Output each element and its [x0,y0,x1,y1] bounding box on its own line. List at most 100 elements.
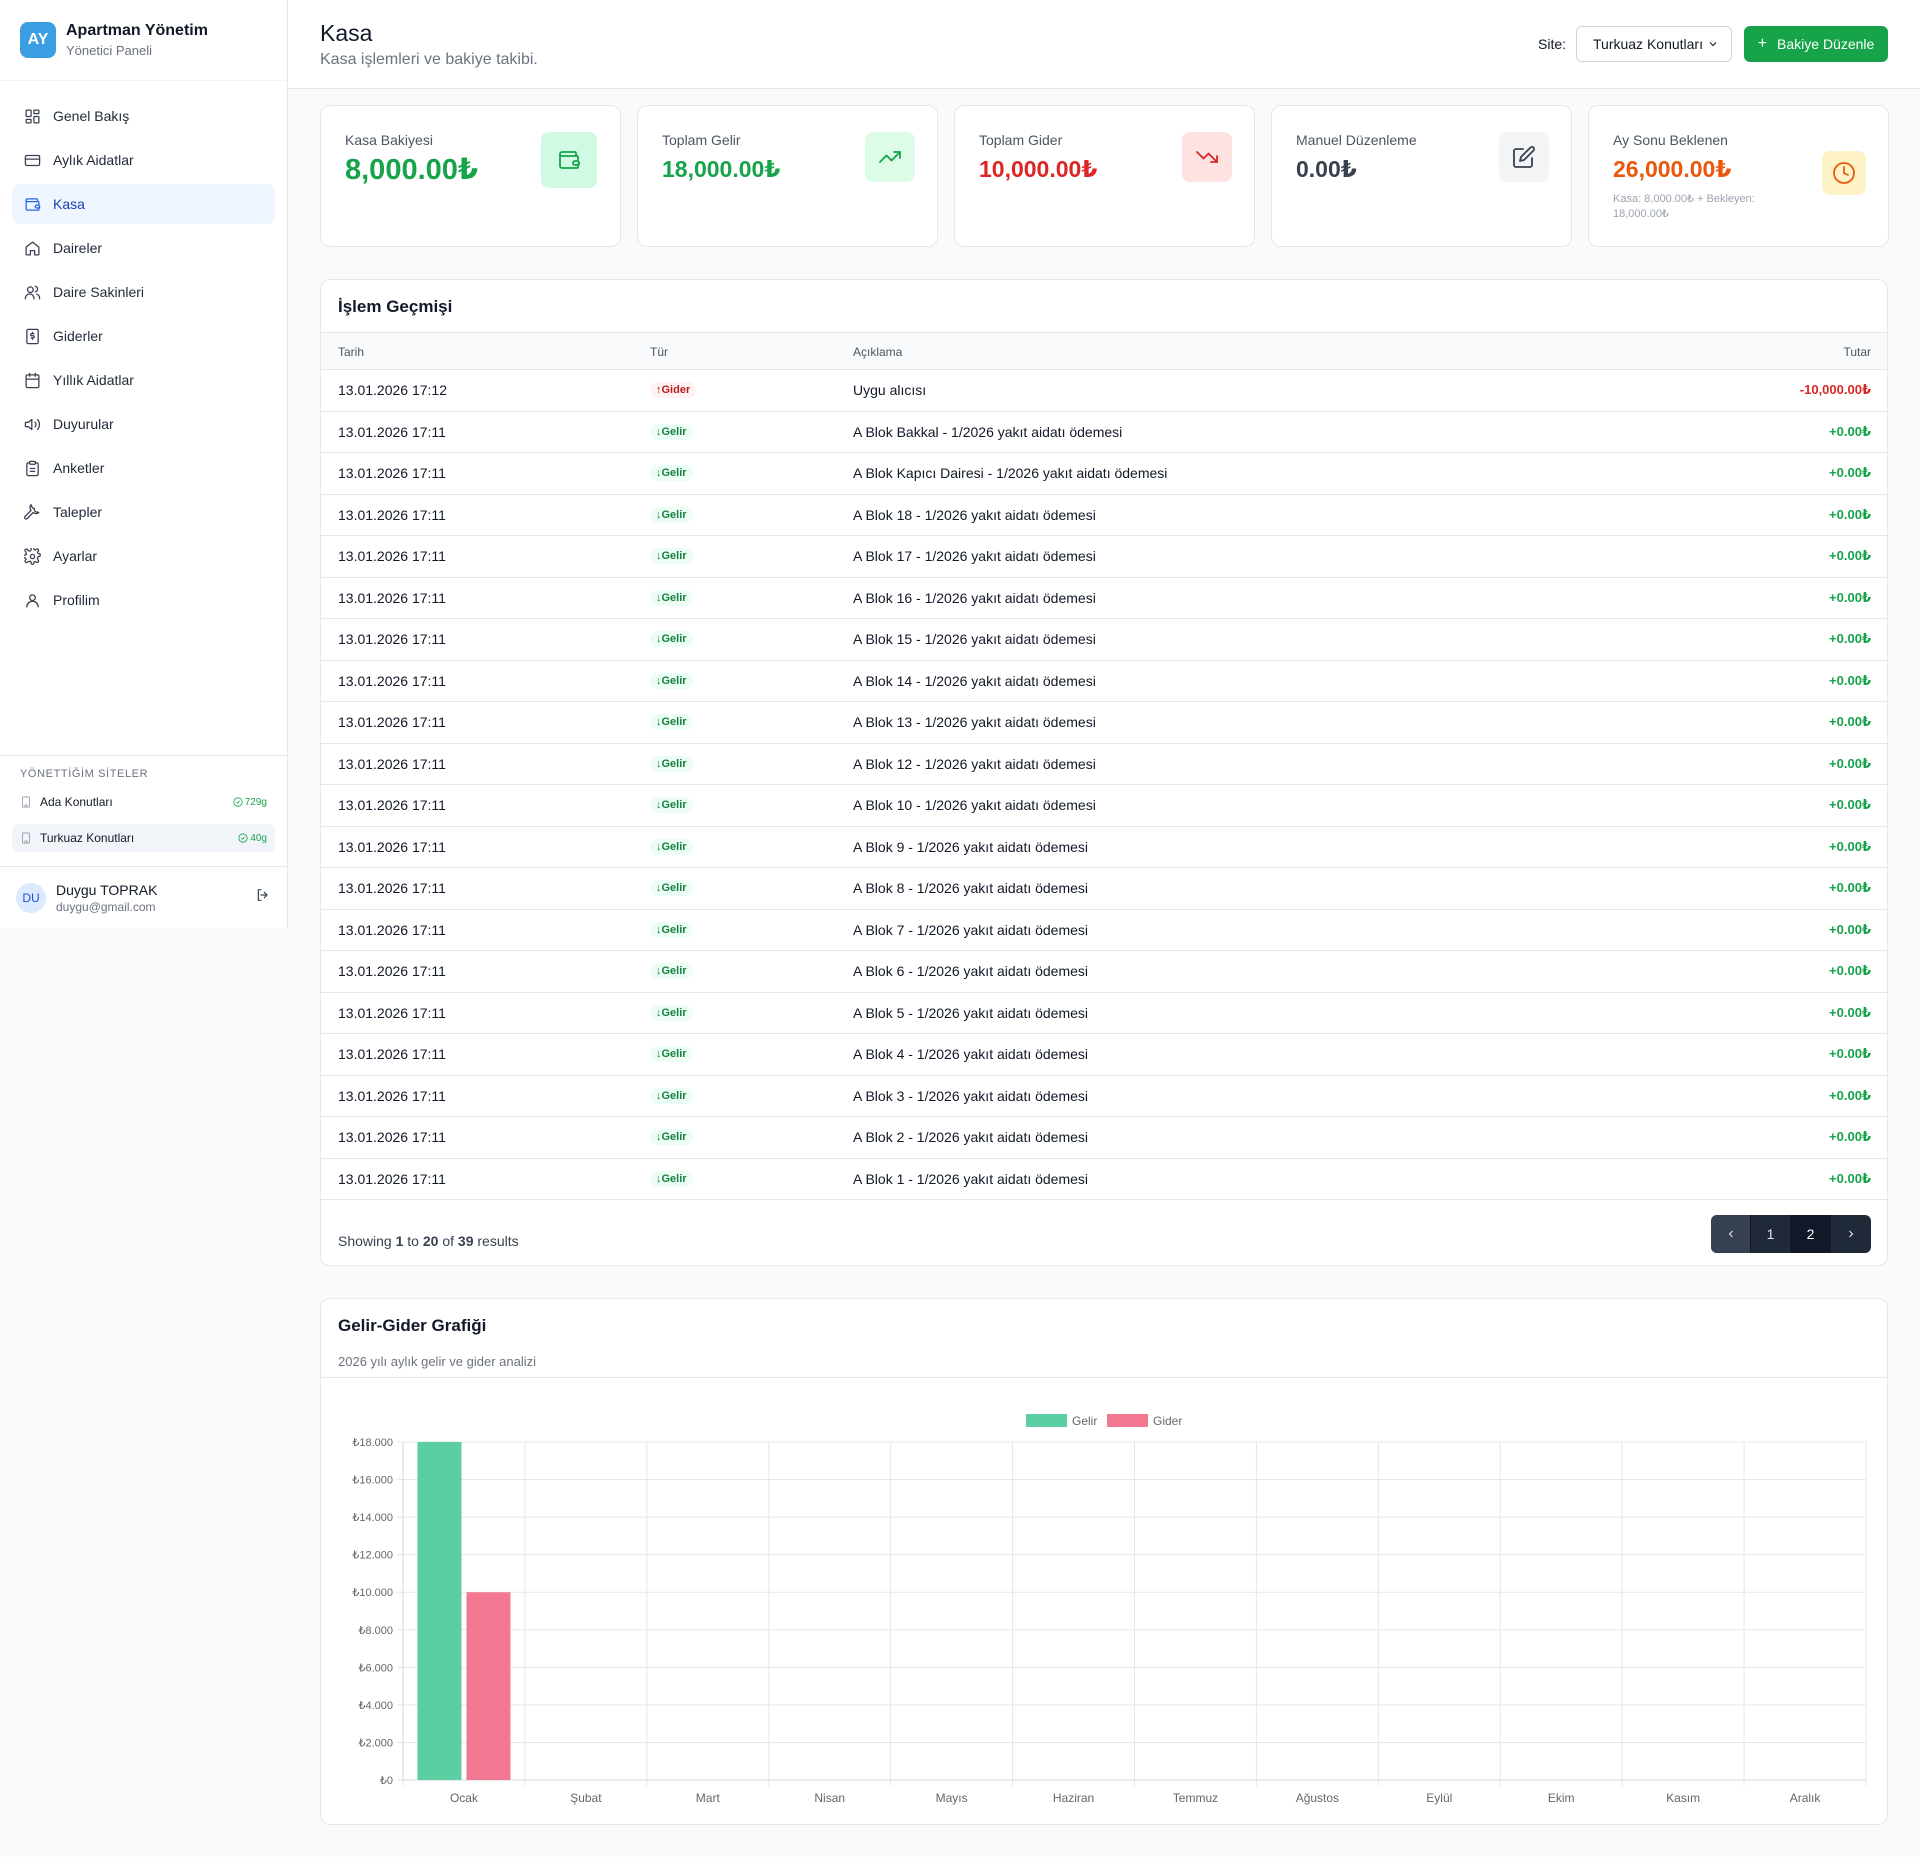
y-tick-label: ₺0 [380,1775,393,1787]
site-name: Turkuaz Konutları [40,831,135,845]
prev-page-button[interactable] [1711,1215,1751,1253]
table-row: 13.01.2026 17:11 ↓Gelir A Blok 16 - 1/2026… [321,578,1887,619]
row-type: Gelir [661,1048,687,1060]
sidebar-item-9[interactable]: Anketler [12,448,275,488]
row-amount: +0.00₺ [1829,1046,1871,1061]
sidebar-item-5[interactable]: Daire Sakinleri [12,272,275,312]
row-type: Gider [661,384,691,396]
x-tick-label: Temmuz [1173,1791,1218,1805]
sidebar-item-6[interactable]: Giderler [12,316,275,356]
stat-card-label: Toplam Gelir [662,132,741,148]
sidebar-item-label: Genel Bakış [53,108,130,124]
row-type-badge: ↓Gelir [650,963,693,979]
table-row: 13.01.2026 17:11 ↓Gelir A Blok 8 - 1/2026 … [321,868,1887,910]
users-icon [24,285,41,300]
check-circle-icon [238,833,248,843]
site-label: Site: [1538,36,1567,52]
site-item-2[interactable]: Turkuaz Konutları 40g [12,824,275,852]
stat-card-icon-box [865,132,915,182]
sidebar-item-4[interactable]: Daireler [12,228,275,268]
x-tick-label: Haziran [1053,1791,1094,1805]
x-tick-label: Eylül [1426,1791,1452,1805]
x-tick-label: Ağustos [1296,1791,1339,1805]
row-date: 13.01.2026 17:11 [338,838,446,855]
table-row: 13.01.2026 17:11 ↓Gelir A Blok 18 - 1/2026… [321,495,1887,536]
page-header: Kasa Kasa işlemleri ve bakiye takibi. Si… [288,0,1920,89]
table-row: 13.01.2026 17:11 ↓Gelir A Blok 13 - 1/2026… [321,702,1887,744]
row-date: 13.01.2026 17:11 [338,672,446,689]
y-tick-label: ₺4.000 [358,1700,393,1712]
row-amount: +0.00₺ [1829,1087,1871,1103]
sidebar-item-1[interactable]: Genel Bakış [12,96,275,136]
row-amount: +0.00₺ [1829,755,1871,771]
row-amount: +0.00₺ [1829,963,1871,978]
row-amount: +0.00₺ [1829,714,1871,729]
site-select[interactable]: Turkuaz Konutları [1576,26,1732,62]
logout-button[interactable] [255,887,271,908]
sidebar-item-7[interactable]: Yıllık Aidatlar [12,360,275,400]
chevron-right-icon [1849,1230,1854,1238]
sidebar-item-11[interactable]: Ayarlar [12,536,275,576]
page-button-1[interactable]: 1 [1751,1215,1791,1253]
site-item-1[interactable]: Ada Konutları 729g [12,788,275,816]
chart-title: Gelir-Gider Grafiği [338,1316,487,1335]
sidebar-item-12[interactable]: Profilim [12,580,275,620]
row-type: Gelir [661,965,687,977]
summary-to: 20 [422,1233,439,1249]
row-description: A Blok 17 - 1/2026 yakıt aidatı ödemesi [853,548,1096,564]
sidebar-item-3[interactable]: Kasa [12,184,275,224]
stat-card-3: Toplam Gider 10,000.00₺ [954,105,1255,247]
sidebar-item-2[interactable]: Aylık Aidatlar [12,140,275,180]
trending-up-icon [879,151,901,163]
user-icon [26,593,39,608]
chevron-left-icon [1728,1230,1733,1238]
column-amount: Tutar [1843,345,1871,359]
summary-to-word: to [407,1233,419,1249]
row-type: Gelir [661,1089,687,1102]
brand-subtitle: Yönetici Paneli [66,43,152,58]
table-row: 13.01.2026 17:11 ↓Gelir A Blok 10 - 1/2026… [321,785,1887,827]
y-tick-label: ₺8.000 [358,1625,393,1637]
table-row: 13.01.2026 17:11 ↓Gelir A Blok 9 - 1/2026 … [321,827,1887,868]
row-type: Gelir [661,840,687,853]
x-tick-label: Mayıs [936,1791,968,1805]
pagination-summary: Showing 1 to 20 of 39 results [338,1233,519,1249]
row-type: Gelir [661,757,687,770]
row-date: 13.01.2026 17:11 [338,423,446,440]
column-type: Tür [650,345,668,359]
row-amount: +0.00₺ [1829,838,1871,854]
sidebar-item-8[interactable]: Duyurular [12,404,275,444]
chart-subtitle: 2026 yılı aylık gelir ve gider analizi [338,1354,536,1369]
row-type: Gelir [661,716,687,728]
page-subtitle: Kasa işlemleri ve bakiye takibi. [320,51,538,68]
sidebar-item-10[interactable]: Talepler [12,492,275,532]
row-description: A Blok 16 - 1/2026 yakıt aidatı ödemesi [853,589,1096,606]
row-type: Gelir [661,633,687,645]
table-row: 13.01.2026 17:11 ↓Gelir A Blok 17 - 1/2026… [321,536,1887,578]
row-description: A Blok 15 - 1/2026 yakıt aidatı ödemesi [853,631,1096,647]
page-button-2[interactable]: 2 [1791,1215,1831,1253]
table-body: 13.01.2026 17:12 ↑Gider Uygu alıcısı -10,00… [321,370,1887,1200]
table-row: 13.01.2026 17:12 ↑Gider Uygu alıcısı -10,00… [321,370,1887,412]
row-type: Gelir [661,550,687,562]
row-date: 13.01.2026 17:11 [338,589,446,606]
plus-icon: + [1757,35,1768,52]
edit-balance-button[interactable]: + Bakiye Düzenle [1744,26,1888,62]
table-row: 13.01.2026 17:11 ↓Gelir A Blok Kapıcı Dair… [321,453,1887,495]
row-amount: +0.00₺ [1829,1004,1871,1020]
row-description: A Blok 9 - 1/2026 yakıt aidatı ödemesi [853,838,1089,855]
row-date: 13.01.2026 17:11 [338,880,446,896]
row-description: A Blok 4 - 1/2026 yakıt aidatı ödemesi [853,1046,1089,1062]
chevron-down-icon [1709,42,1717,47]
x-tick-label: Aralık [1790,1791,1822,1805]
stat-card-value: 8,000.00₺ [345,154,479,186]
row-type-badge: ↓Gelir [650,1046,693,1062]
row-description: A Blok 3 - 1/2026 yakıt aidatı ödemesi [853,1087,1089,1104]
gear-icon [24,547,41,565]
user-panel: DU Duygu TOPRAK duygu@gmail.com [0,866,287,928]
row-type-badge: ↓Gelir [650,880,693,896]
row-amount: +0.00₺ [1829,506,1871,522]
brand: AY Apartman Yönetim Yönetici Paneli [0,0,287,81]
next-page-button[interactable] [1831,1215,1871,1253]
row-amount: +0.00₺ [1829,465,1871,480]
